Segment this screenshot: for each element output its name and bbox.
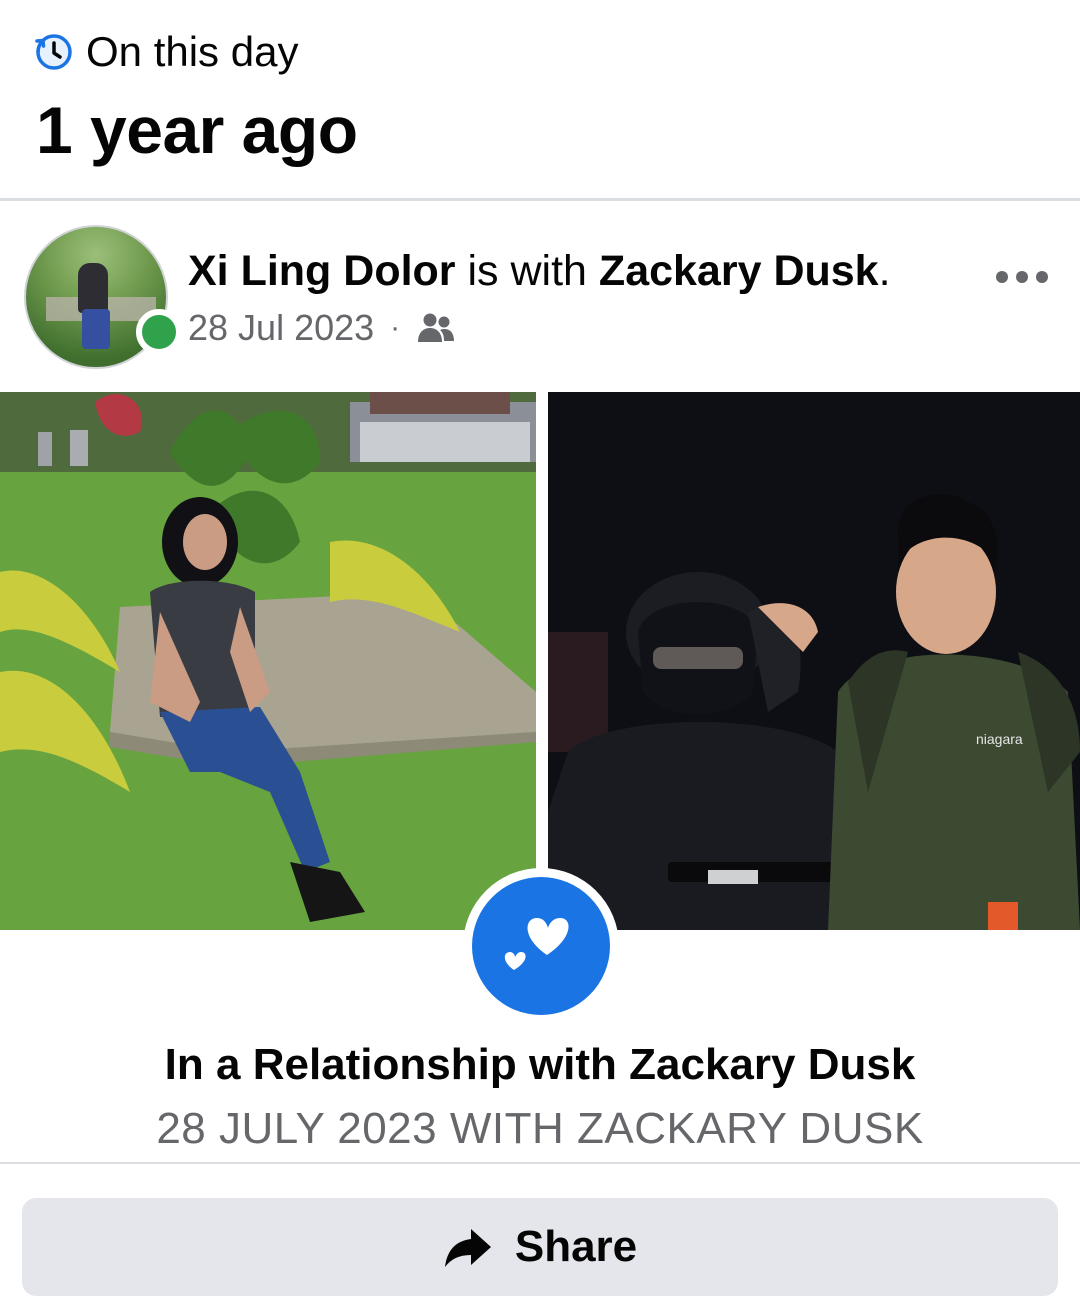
life-event-subtitle: 28 JULY 2023 WITH ZACKARY DUSK bbox=[156, 1104, 924, 1153]
memory-title: 1 year ago bbox=[36, 93, 358, 167]
with-text: is with bbox=[455, 247, 599, 295]
shirt-logo: niagara bbox=[976, 731, 1023, 747]
photo-right[interactable]: niagara bbox=[548, 392, 1080, 930]
share-label: Share bbox=[514, 1222, 638, 1271]
post-author-line: Xi Ling Dolor is with Zackary Dusk. bbox=[188, 247, 891, 296]
photo-left-scene bbox=[0, 392, 536, 930]
photo-right-scene: niagara bbox=[548, 392, 1080, 930]
end-punct: . bbox=[878, 247, 891, 295]
photo-left[interactable] bbox=[0, 392, 536, 930]
post-header: Xi Ling Dolor is with Zackary Dusk. 28 J… bbox=[0, 215, 1080, 380]
author-avatar[interactable] bbox=[24, 225, 182, 369]
relationship-badge bbox=[463, 868, 619, 1024]
post-photos: niagara bbox=[0, 392, 1080, 930]
online-status-dot bbox=[136, 309, 182, 355]
photo-gap bbox=[536, 392, 548, 930]
meta-separator: · bbox=[390, 311, 401, 344]
divider bbox=[0, 198, 1080, 201]
memory-header: On this day 1 year ago bbox=[0, 0, 1080, 200]
post-meta: 28 Jul 2023 · bbox=[188, 307, 456, 349]
life-event-title: In a Relationship with Zackary Dusk bbox=[164, 1040, 916, 1089]
share-button[interactable]: Share bbox=[22, 1198, 1058, 1296]
divider bbox=[0, 1162, 1080, 1164]
memory-label-row: On this day bbox=[34, 28, 298, 76]
share-arrow-icon bbox=[444, 1229, 491, 1267]
more-horizontal-icon[interactable] bbox=[996, 271, 1048, 283]
post-date[interactable]: 28 Jul 2023 bbox=[188, 307, 374, 349]
history-clock-icon bbox=[35, 34, 72, 70]
author-name-link[interactable]: Xi Ling Dolor bbox=[188, 247, 456, 295]
memory-label: On this day bbox=[86, 28, 299, 75]
tagged-name-link[interactable]: Zackary Dusk bbox=[599, 247, 879, 295]
friends-icon[interactable] bbox=[416, 311, 456, 345]
hearts-icon bbox=[504, 918, 569, 970]
